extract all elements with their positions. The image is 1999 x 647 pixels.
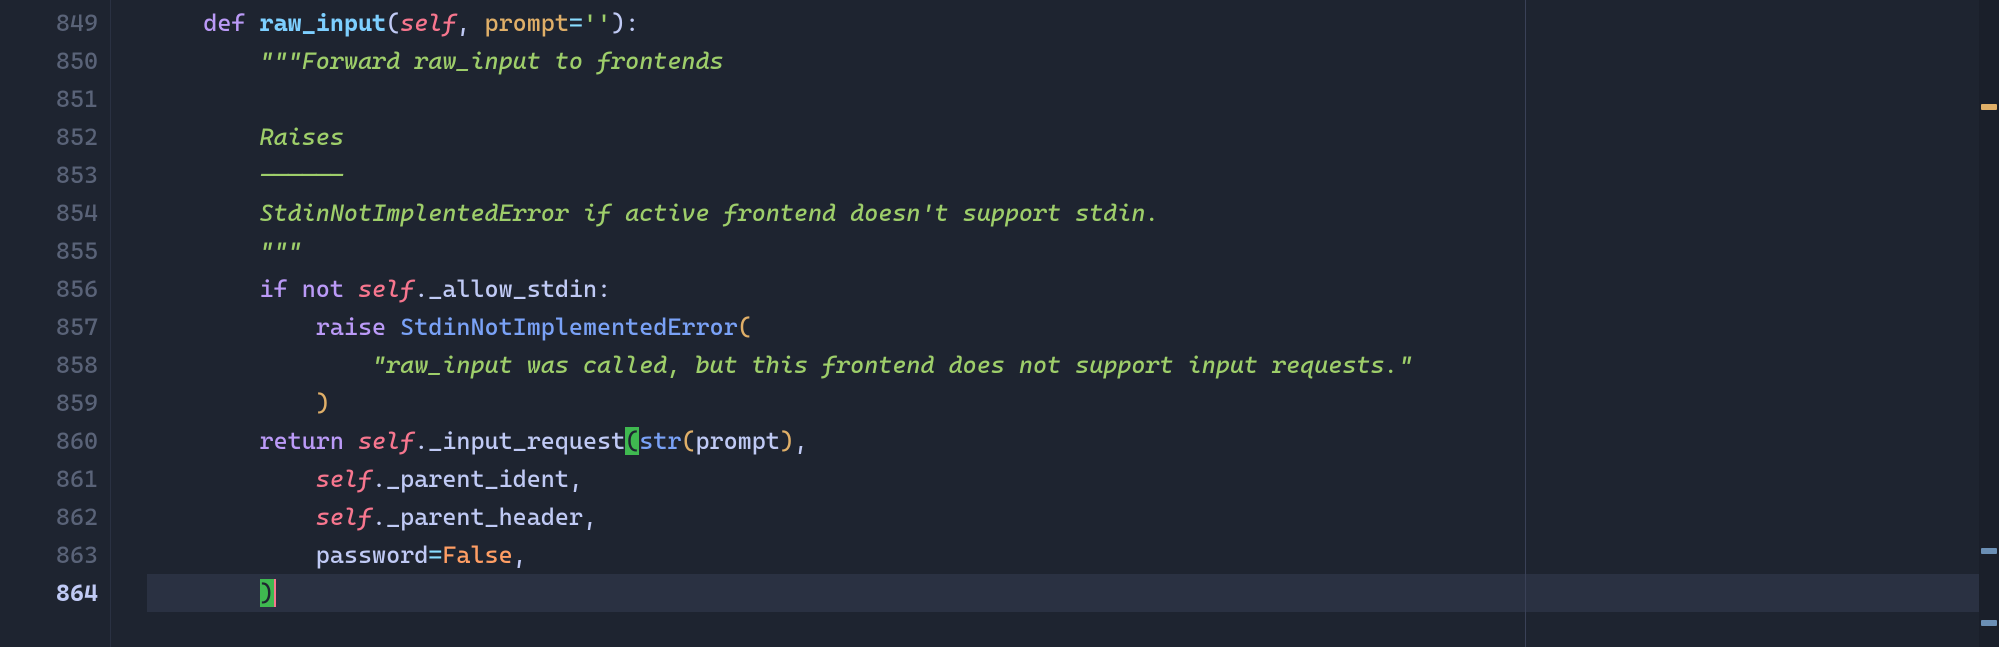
line-number: 854 [0, 194, 98, 232]
keyword-def: def [203, 9, 245, 37]
code-line[interactable]: """Forward raw_input to frontends [147, 42, 1999, 80]
code-line[interactable]: self._parent_ident, [147, 460, 1999, 498]
code-line[interactable]: """ [147, 232, 1999, 270]
code-line[interactable]: "raw_input was called, but this frontend… [147, 346, 1999, 384]
self-keyword: self [400, 9, 456, 37]
scrollbar-marker [1981, 620, 1997, 626]
line-number: 863 [0, 536, 98, 574]
line-number: 862 [0, 498, 98, 536]
scrollbar-marker [1981, 104, 1997, 110]
code-line[interactable]: ) [147, 384, 1999, 422]
docstring: """Forward raw_input to frontends [260, 47, 724, 75]
code-line[interactable] [147, 80, 1999, 118]
scrollbar-marker [1981, 548, 1997, 554]
docstring: Raises [260, 123, 344, 151]
code-line[interactable]: def raw_input(self, prompt=''): [147, 4, 1999, 42]
keyword-if: if [260, 275, 288, 303]
line-number-gutter: 849 850 851 852 853 854 855 856 857 858 … [0, 0, 110, 647]
self-keyword: self [316, 465, 372, 493]
self-keyword: self [358, 275, 414, 303]
line-number: 857 [0, 308, 98, 346]
self-keyword: self [358, 427, 414, 455]
code-line[interactable]: return self._input_request(str(prompt), [147, 422, 1999, 460]
line-number: 849 [0, 4, 98, 42]
code-line[interactable]: ------ [147, 156, 1999, 194]
text-cursor [274, 579, 276, 607]
code-line[interactable]: self._parent_header, [147, 498, 1999, 536]
docstring: ------ [260, 161, 344, 189]
code-line[interactable]: StdinNotImplentedError if active fronten… [147, 194, 1999, 232]
code-line[interactable]: if not self._allow_stdin: [147, 270, 1999, 308]
line-number: 851 [0, 80, 98, 118]
bracket-match-highlight: ) [260, 579, 274, 607]
bracket-match-highlight: ( [625, 427, 639, 455]
vertical-scrollbar[interactable] [1979, 0, 1999, 647]
code-line[interactable]: password=False, [147, 536, 1999, 574]
line-number: 860 [0, 422, 98, 460]
line-number-current: 864 [0, 574, 98, 612]
line-number: 855 [0, 232, 98, 270]
docstring: """ [260, 237, 302, 265]
self-keyword: self [316, 503, 372, 531]
code-area[interactable]: def raw_input(self, prompt=''): """Forwa… [110, 0, 1999, 647]
docstring: StdinNotImplentedError if active fronten… [260, 199, 1160, 227]
string-literal: "raw_input was called, but this frontend… [372, 351, 1413, 379]
function-name: raw_input [260, 9, 387, 37]
line-number: 858 [0, 346, 98, 384]
keyword-return: return [260, 427, 344, 455]
line-number: 850 [0, 42, 98, 80]
line-number: 861 [0, 460, 98, 498]
line-number: 856 [0, 270, 98, 308]
line-number: 859 [0, 384, 98, 422]
keyword-not: not [302, 275, 344, 303]
code-line[interactable]: raise StdinNotImplementedError( [147, 308, 1999, 346]
line-number: 852 [0, 118, 98, 156]
line-number: 853 [0, 156, 98, 194]
keyword-raise: raise [316, 313, 386, 341]
column-ruler [1525, 0, 1526, 647]
constant-false: False [442, 541, 512, 569]
class-name: StdinNotImplementedError [400, 313, 738, 341]
code-editor[interactable]: 849 850 851 852 853 854 855 856 857 858 … [0, 0, 1999, 647]
code-line-current[interactable]: ) [147, 574, 1999, 612]
code-line[interactable]: Raises [147, 118, 1999, 156]
